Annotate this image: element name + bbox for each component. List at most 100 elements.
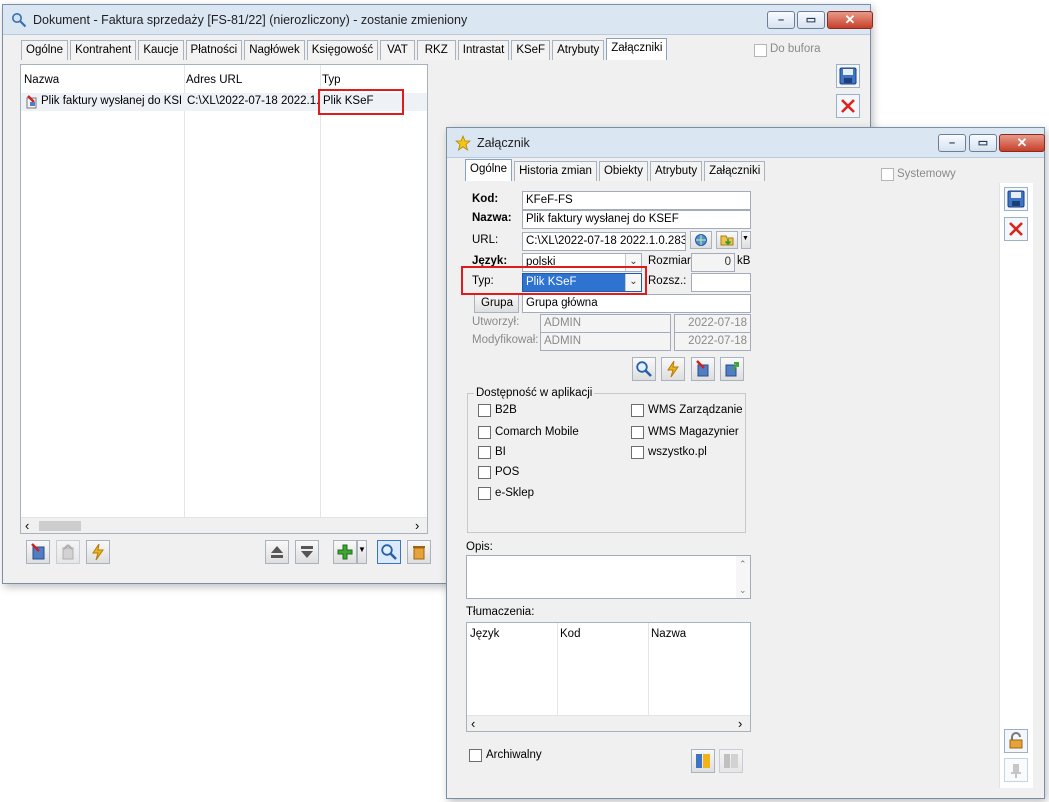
dialog-maximize-button[interactable]: ▭ (969, 134, 997, 152)
wms-zarzadzanie-checkbox[interactable] (631, 404, 644, 417)
lock-button[interactable] (1004, 729, 1028, 753)
disabled-file-button[interactable] (56, 540, 80, 564)
opis-textarea[interactable]: ⌃ ⌄ (466, 555, 751, 599)
close-button[interactable]: ✕ (827, 11, 873, 29)
cancel-button[interactable] (836, 94, 860, 118)
tab-ogolne[interactable]: Ogólne (21, 40, 69, 60)
tab-kaucje[interactable]: Kaucje (138, 40, 184, 60)
modyfikowal-label: Modyfikował: (472, 334, 539, 346)
row-nazwa: Plik faktury wysłanej do KSEF (41, 95, 181, 107)
magnifier-icon (12, 13, 27, 28)
pin-button[interactable] (1004, 758, 1028, 782)
kod-field[interactable]: KFeF-FS (522, 191, 751, 210)
utworzyl-label: Utworzył: (472, 316, 520, 328)
dialog-close-button[interactable]: ✕ (999, 134, 1045, 152)
delete-button[interactable] (407, 540, 431, 564)
comarch-mobile-label: Comarch Mobile (495, 426, 579, 438)
minimize-button[interactable]: – (767, 11, 795, 29)
tab-atrybuty[interactable]: Atrybuty (649, 161, 703, 181)
attachments-list: Nazwa Adres URL Typ Plik faktury wysłane… (20, 64, 428, 534)
scroll-up-icon[interactable]: ⌃ (739, 556, 747, 573)
scroll-left-icon[interactable]: ‹ (471, 716, 475, 731)
dialog-minimize-button[interactable]: – (938, 134, 966, 152)
b2b-label: B2B (495, 404, 517, 416)
grupa-field[interactable]: Grupa główna (522, 294, 751, 313)
load-file-button[interactable] (691, 357, 715, 381)
rozsz-field[interactable] (691, 273, 751, 292)
padlock-icon (1009, 732, 1023, 749)
floppy-save-icon (1007, 190, 1025, 208)
tab-ksef[interactable]: KSeF (511, 40, 551, 60)
archive-button[interactable] (691, 749, 715, 773)
tab-ogolne[interactable]: Ogólne (465, 159, 513, 181)
column-header-jezyk[interactable]: Język (470, 628, 499, 640)
column-divider (648, 623, 649, 715)
pos-checkbox[interactable] (478, 466, 491, 479)
chevron-down-icon: ▼ (742, 235, 749, 242)
file-add-icon (31, 543, 45, 560)
do-bufora-checkbox[interactable] (754, 44, 767, 57)
horizontal-scrollbar[interactable]: ‹ › (467, 715, 750, 731)
dialog-side-area (999, 183, 1033, 788)
comarch-mobile-checkbox[interactable] (478, 426, 491, 439)
dialog-cancel-button[interactable] (1004, 217, 1028, 241)
unarchive-button[interactable] (719, 749, 743, 773)
b2b-checkbox[interactable] (478, 404, 491, 417)
scroll-thumb[interactable] (39, 521, 81, 531)
maximize-icon: ▭ (805, 14, 817, 26)
maximize-button[interactable]: ▭ (797, 11, 825, 29)
browse-folder-button[interactable] (716, 231, 738, 249)
scroll-right-icon[interactable]: › (738, 716, 742, 731)
nazwa-field[interactable]: Plik faktury wysłanej do KSEF (522, 210, 751, 229)
preview-button[interactable] (377, 540, 401, 564)
tab-ksiegowosc[interactable]: Księgowość (306, 40, 379, 60)
tab-zalaczniki[interactable]: Załączniki (704, 161, 766, 181)
move-down-button[interactable] (295, 540, 319, 564)
tab-vat[interactable]: VAT (380, 40, 415, 60)
move-up-button[interactable] (265, 540, 289, 564)
open-url-button[interactable] (690, 231, 712, 249)
pin-icon (1011, 764, 1021, 778)
folder-icon (720, 235, 734, 246)
add-dropdown-button[interactable]: ▼ (357, 540, 367, 564)
url-field[interactable]: C:\XL\2022-07-18 2022.1.0.283.xml (522, 232, 686, 251)
tab-rkz[interactable]: RKZ (416, 40, 456, 60)
systemowy-checkbox[interactable] (881, 168, 894, 181)
dialog-save-button[interactable] (1004, 187, 1028, 211)
tab-platnosci[interactable]: Płatności (185, 40, 243, 60)
wms-magazynier-checkbox[interactable] (631, 426, 644, 439)
opis-scrollbar[interactable]: ⌃ ⌄ (736, 556, 750, 598)
tab-atrybuty[interactable]: Atrybuty (552, 40, 605, 60)
export-file-button[interactable] (720, 357, 744, 381)
lightning-button[interactable] (86, 540, 110, 564)
e-sklep-checkbox[interactable] (478, 487, 491, 500)
preview-button[interactable] (632, 357, 656, 381)
save-button[interactable] (836, 64, 860, 88)
grupa-button[interactable]: Grupa (474, 294, 519, 313)
tab-kontrahent[interactable]: Kontrahent (70, 40, 137, 60)
archiwalny-checkbox[interactable] (469, 749, 482, 762)
scroll-down-icon[interactable]: ⌄ (739, 582, 747, 598)
tab-naglowek[interactable]: Nagłówek (244, 40, 305, 60)
column-header-nazwa[interactable]: Nazwa (24, 74, 59, 86)
lightning-button[interactable] (661, 357, 685, 381)
tab-historia-zmian[interactable]: Historia zmian (514, 161, 597, 181)
tab-intrastat[interactable]: Intrastat (457, 40, 510, 60)
archive-icon (696, 754, 710, 768)
add-button[interactable] (333, 540, 357, 564)
column-header-adres-url[interactable]: Adres URL (186, 74, 242, 86)
horizontal-scrollbar[interactable]: ‹ › (21, 517, 427, 533)
magnifier-icon (381, 544, 397, 560)
column-header-kod[interactable]: Kod (560, 628, 580, 640)
column-header-typ[interactable]: Typ (322, 74, 341, 86)
wszystko-pl-checkbox[interactable] (631, 446, 644, 459)
tab-obiekty[interactable]: Obiekty (598, 161, 648, 181)
bi-checkbox[interactable] (478, 446, 491, 459)
tab-zalaczniki[interactable]: Załączniki (606, 38, 668, 60)
url-options-dropdown[interactable]: ▼ (741, 231, 751, 249)
scroll-left-icon[interactable]: ‹ (25, 518, 29, 533)
add-file-button[interactable] (26, 540, 50, 564)
typ-highlight-box (318, 89, 404, 115)
scroll-right-icon[interactable]: › (415, 518, 419, 533)
column-header-nazwa[interactable]: Nazwa (651, 628, 686, 640)
